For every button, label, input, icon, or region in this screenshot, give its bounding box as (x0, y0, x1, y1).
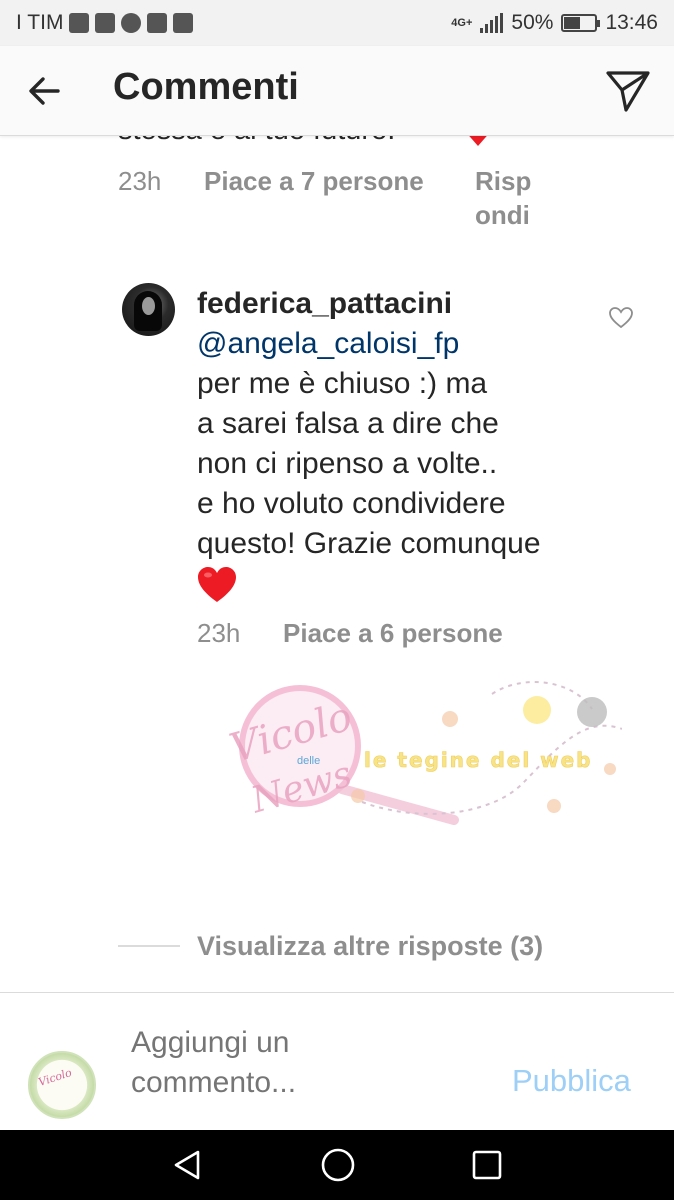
android-nav-bar (0, 1130, 674, 1200)
comments-list[interactable]: stessa e al tuo futuro. 23h Piace a 7 pe… (0, 136, 674, 992)
comment-line: e ho voluto condividere (197, 487, 506, 520)
sd-card-icon (173, 13, 194, 33)
comment-line: a sarei falsa a dire che (197, 407, 499, 440)
view-more-replies-button[interactable]: Visualizza altre risposte (3) (197, 931, 543, 962)
nav-back-icon[interactable] (170, 1148, 204, 1182)
comment-line: non ci ripenso a volte.. (197, 447, 498, 480)
page-title: Commenti (113, 66, 299, 108)
comment-input[interactable] (131, 1023, 381, 1103)
heart-emoji-icon (198, 567, 236, 602)
clock: 13:46 (605, 11, 658, 34)
watermark-logo: Vicolo delle News le tegine del web (225, 681, 622, 825)
comment-time: 23h (197, 618, 241, 648)
status-right: 4G+ 50% 13:46 (451, 11, 658, 35)
notification-icons (69, 13, 194, 33)
heart-monitor-icon (69, 13, 90, 33)
comment-username[interactable]: federica_pattacini (197, 284, 597, 324)
battery-percent: 50% (511, 11, 554, 34)
publish-button[interactable]: Pubblica (512, 1063, 631, 1099)
comment-body: federica_pattacini @angela_caloisi_fp pe… (197, 284, 597, 604)
whatsapp-icon (121, 13, 142, 33)
previous-comment-likes[interactable]: Piace a 7 persone (204, 166, 424, 197)
app-header: Commenti (0, 46, 674, 136)
back-arrow-icon[interactable] (24, 70, 66, 112)
watermark-tagline: le tegine del web (364, 748, 593, 772)
nav-home-icon[interactable] (320, 1147, 356, 1183)
direct-send-icon[interactable] (604, 68, 652, 114)
avatar[interactable] (122, 283, 175, 336)
network-type: 4G+ (451, 17, 473, 29)
comment-mention[interactable]: @angela_caloisi_fp (197, 324, 597, 364)
divider (118, 945, 180, 947)
avatar-text: Vicolo (36, 1066, 74, 1089)
signal-icon (480, 13, 504, 33)
reply-button[interactable]: Rispondi (475, 164, 545, 232)
comment-line: per me è chiuso :) ma (197, 367, 488, 400)
nav-recent-apps-icon[interactable] (472, 1150, 502, 1180)
status-bar: I TIM 4G+ 50% 13:46 (0, 0, 674, 46)
like-heart-icon[interactable] (608, 306, 634, 330)
previous-comment-time: 23h (118, 166, 162, 196)
carrier-label: I TIM (16, 11, 64, 34)
facebook-icon (147, 13, 168, 33)
comment-line: questo! Grazie comunque (197, 527, 541, 560)
heart-emoji-icon (469, 136, 487, 146)
battery-icon (561, 14, 601, 32)
battery-fill (564, 17, 581, 29)
comment-composer: Vicolo Pubblica (0, 992, 674, 1130)
apps-icon (95, 13, 116, 33)
comment-likes[interactable]: Piace a 6 persone (283, 618, 503, 649)
status-left: I TIM (16, 11, 194, 35)
previous-comment-text: stessa e al tuo futuro. (118, 136, 395, 147)
user-avatar: Vicolo (28, 1051, 96, 1119)
